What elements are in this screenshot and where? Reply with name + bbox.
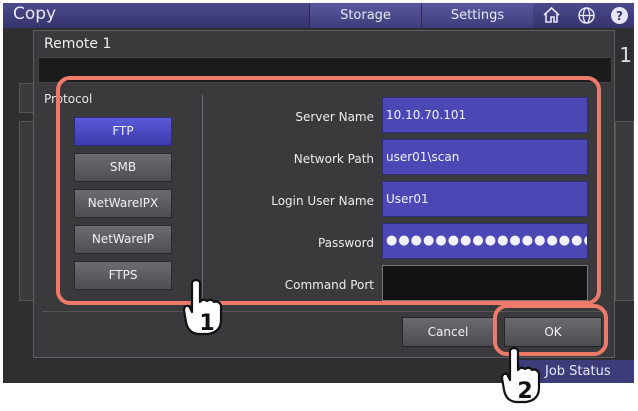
cancel-button[interactable]: Cancel: [402, 317, 494, 347]
home-icon[interactable]: [541, 5, 562, 26]
callout-highlight-1: [56, 76, 601, 305]
svg-text:?: ?: [616, 9, 623, 23]
top-bar: Copy Storage Settings ?: [3, 3, 634, 28]
pointing-hand-icon-1: 1: [182, 278, 223, 336]
callout-number-2: 2: [517, 379, 532, 404]
dialog-title: Remote 1: [44, 36, 112, 52]
callout-number-1: 1: [199, 311, 214, 336]
background-panel-right: [615, 121, 634, 301]
app-title: Copy: [13, 4, 57, 24]
tab-storage[interactable]: Storage: [309, 3, 421, 28]
globe-icon[interactable]: [576, 5, 597, 26]
pointing-hand-icon-2: 2: [500, 346, 541, 404]
background-digit: 1: [619, 43, 632, 67]
tab-settings[interactable]: Settings: [421, 3, 533, 28]
help-icon[interactable]: ?: [609, 5, 630, 26]
